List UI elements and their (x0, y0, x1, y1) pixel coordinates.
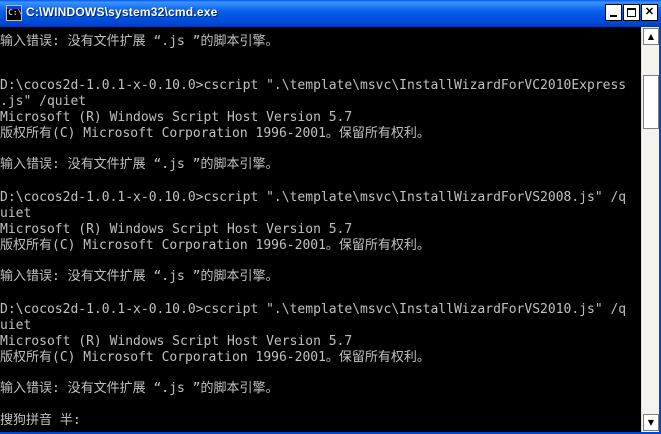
close-button[interactable]: ✕ (641, 4, 658, 21)
console-line: 输入错误: 没有文件扩展 “.js ”的脚本引擎。 (0, 269, 279, 284)
console-line: D:\cocos2d-1.0.1-x-0.10.0>cscript ".\tem… (0, 190, 627, 205)
cmd-window: C:\ C:\WINDOWS\system32\cmd.exe ✕ 输入错误: … (0, 0, 661, 434)
maximize-button[interactable] (623, 4, 640, 21)
cmd-icon[interactable]: C:\ (6, 5, 22, 21)
console-line: D:\cocos2d-1.0.1-x-0.10.0>cscript ".\tem… (0, 302, 627, 317)
console-line: Microsoft (R) Windows Script Host Versio… (0, 110, 353, 125)
console-output[interactable]: 输入错误: 没有文件扩展 “.js ”的脚本引擎。 D:\cocos2d-1.0… (0, 27, 641, 432)
console-line: 输入错误: 没有文件扩展 “.js ”的脚本引擎。 (0, 157, 279, 172)
console-line: Microsoft (R) Windows Script Host Versio… (0, 334, 353, 349)
console-line: D:\cocos2d-1.0.1-x-0.10.0>cscript ".\tem… (0, 78, 627, 93)
vertical-scrollbar[interactable]: ▲ ▼ (641, 27, 659, 432)
console-line: 版权所有(C) Microsoft Corporation 1996-2001。… (0, 126, 430, 141)
window-title: C:\WINDOWS\system32\cmd.exe (26, 5, 218, 19)
title-bar[interactable]: C:\ C:\WINDOWS\system32\cmd.exe ✕ (0, 0, 661, 27)
console-line: 版权所有(C) Microsoft Corporation 1996-2001。… (0, 238, 430, 253)
console-line: 版权所有(C) Microsoft Corporation 1996-2001。… (0, 350, 430, 365)
minimize-button[interactable] (605, 4, 622, 21)
scroll-down-button[interactable]: ▼ (643, 414, 659, 431)
scroll-up-button[interactable]: ▲ (643, 28, 659, 45)
scroll-thumb[interactable] (643, 75, 659, 129)
console-line: 输入错误: 没有文件扩展 “.js ”的脚本引擎。 (0, 381, 279, 396)
ime-status-line: 搜狗拼音 半: (0, 413, 81, 428)
console-line: Microsoft (R) Windows Script Host Versio… (0, 222, 353, 237)
console-line: uiet (0, 206, 32, 221)
console-line: uiet (0, 318, 32, 333)
console-line: .js" /quiet (0, 94, 87, 109)
console-line: 输入错误: 没有文件扩展 “.js ”的脚本引擎。 (0, 34, 279, 49)
